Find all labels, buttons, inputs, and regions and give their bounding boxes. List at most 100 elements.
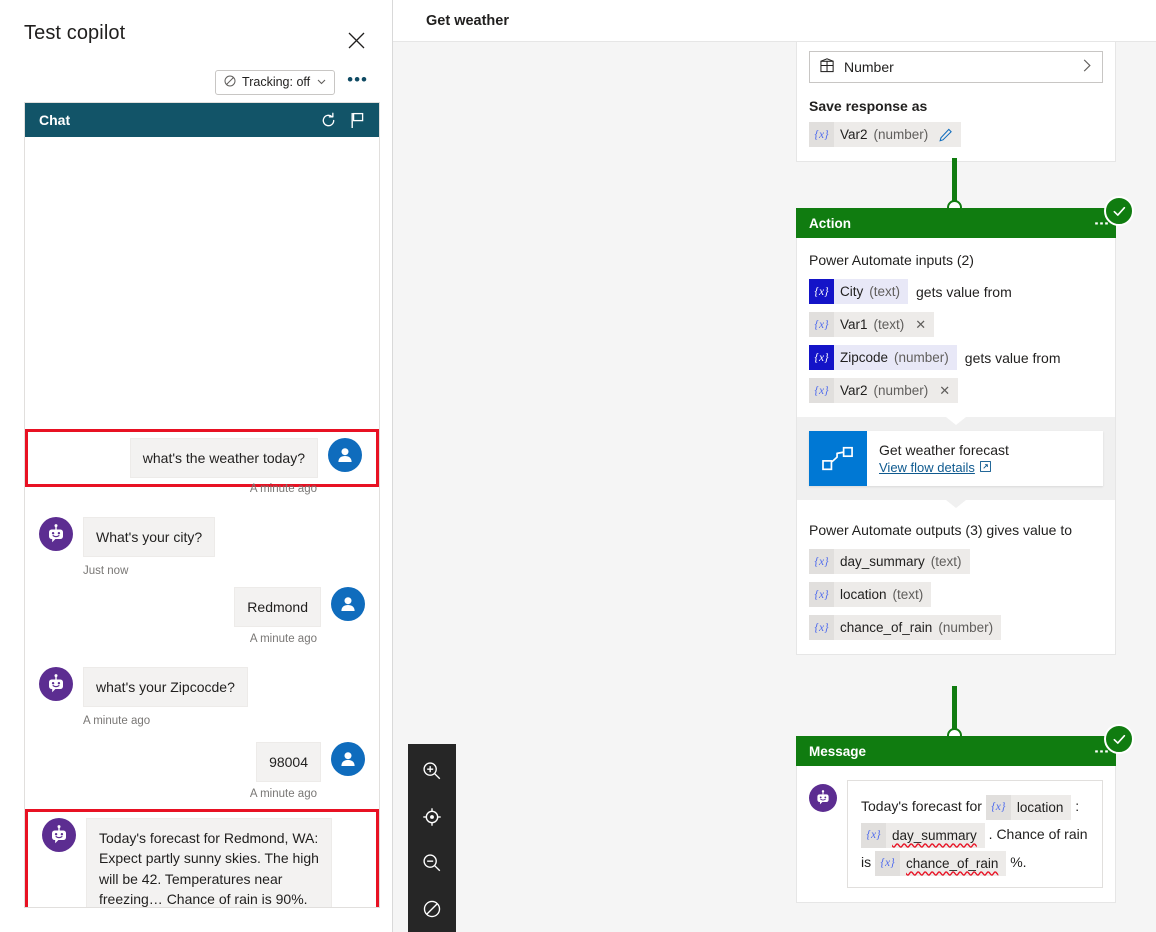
variable-glyph-icon: {x} [861,822,886,848]
message-timestamp: A minute ago [249,788,317,800]
action-node-title: Action [809,215,851,231]
message-var-token-day-summary[interactable]: {x} day_summary [861,822,985,848]
message-var-name: chance_of_rain [906,855,999,871]
bot-avatar [39,517,73,551]
message-bubble: 98004 [256,742,321,783]
input-param-token-zipcode[interactable]: {x} Zipcode (number) [809,345,957,370]
message-timestamp: Just now [83,565,129,577]
variable-glyph-icon: {x} [809,279,834,304]
message-var-token-chance-of-rain[interactable]: {x} chance_of_rain [875,850,1007,876]
message-var-token-location[interactable]: {x} location [985,794,1072,820]
chat-message-list[interactable]: what's the weather today? A minute ago Wha… [25,137,379,907]
power-automate-flow-card[interactable]: Get weather forecast View flow details [809,431,1103,486]
message-node[interactable]: Message ⋮ Today's forecast for {x} locat… [796,724,1134,903]
app-root: Test copilot Tracking: off ••• Chat what… [0,0,1156,932]
input-param-type: (text) [869,284,901,299]
panel-more-button[interactable]: ••• [345,71,370,93]
user-avatar [328,438,362,472]
input-source-token-var1[interactable]: {x} Var1 (text) ✕ [809,312,935,337]
message-line1-suffix: : [1075,798,1080,814]
entity-type-field[interactable]: Number [809,51,1103,83]
reset-view-icon[interactable] [419,896,445,922]
question-node[interactable]: Number Save response as {x} Var2 (number… [796,42,1116,162]
action-node[interactable]: Action ⋮ Power Automate inputs (2) {x} C… [796,196,1134,655]
input-param-type: (number) [894,350,949,365]
panel-titlebar: Test copilot [0,0,392,62]
variable-glyph-icon: {x} [809,615,834,640]
more-vertical-icon[interactable]: ⋮ [1093,744,1110,759]
variable-glyph-icon: {x} [875,850,901,876]
output-type: (text) [892,587,924,602]
action-input-source-row: {x} Var1 (text) ✕ [809,312,1103,337]
variable-glyph-icon: {x} [809,345,834,370]
flow-canvas-panel: Get weather Number Save response as {x} … [393,0,1156,932]
remove-icon[interactable]: ✕ [915,317,926,333]
chat-message-wrapper: Redmond [25,587,379,628]
action-output-row: {x} location (text) [809,582,1103,607]
chat-header-title: Chat [39,112,71,128]
action-outputs-section: Power Automate outputs (3) gives value t… [797,500,1115,654]
zoom-in-icon[interactable] [419,758,445,784]
zoom-out-icon[interactable] [419,850,445,876]
page-title: Test copilot [24,22,126,44]
chat-message-wrapper: 98004 [25,742,379,783]
message-node-row: Today's forecast for {x} location : {x} … [809,780,1103,888]
variable-glyph-icon: {x} [985,794,1011,820]
chat-message-row: Today's forecast for Redmond, WA: Expect… [28,818,376,907]
user-avatar [331,587,365,621]
output-token-day-summary[interactable]: {x} day_summary (text) [809,549,970,574]
gets-value-from-label: gets value from [964,349,1061,366]
message-var-name: day_summary [892,827,977,843]
tracking-dropdown[interactable]: Tracking: off [215,69,336,95]
input-source-name: Var2 [840,383,868,398]
variable-type: (number) [873,127,929,142]
fit-to-view-icon[interactable] [419,804,445,830]
user-avatar [331,742,365,776]
close-icon[interactable] [342,26,370,54]
output-token-location[interactable]: {x} location (text) [809,582,932,607]
bot-avatar-icon [809,784,837,812]
more-vertical-icon[interactable]: ⋮ [1093,216,1110,231]
message-node-header: Message ⋮ [796,724,1134,766]
test-copilot-panel: Test copilot Tracking: off ••• Chat what… [0,0,393,932]
chat-message-row: Redmond [25,587,379,628]
bot-avatar [42,818,76,852]
external-link-icon [979,460,991,475]
canvas-title: Get weather [426,12,509,29]
canvas-titlebar: Get weather [393,0,1156,42]
chat-message-wrapper: What's your city? [25,517,379,558]
chevron-down-icon [317,77,326,87]
tracking-off-icon [224,75,236,89]
save-response-label: Save response as [809,98,928,114]
refresh-icon[interactable] [320,112,337,129]
input-param-name: City [840,284,864,299]
output-token-chance-of-rain[interactable]: {x} chance_of_rain (number) [809,615,1002,640]
question-node-body: Number Save response as {x} Var2 (number… [797,42,1115,161]
canvas-zoom-toolbar [408,744,456,932]
input-source-token-var2[interactable]: {x} Var2 (number) ✕ [809,378,959,403]
input-param-token-city[interactable]: {x} City (text) [809,279,909,304]
entity-grid-icon [820,58,835,76]
message-timestamp: A minute ago [249,633,317,645]
variable-token-var2[interactable]: {x} Var2 (number) [809,122,962,147]
check-circle-icon [1104,196,1134,226]
notch-top [946,417,966,425]
message-node-bubble[interactable]: Today's forecast for {x} location : {x} … [847,780,1103,888]
flag-icon[interactable] [351,112,367,129]
variable-name: Var2 [840,127,868,142]
chat-message-row: 98004 [25,742,379,783]
highlight-box: Today's forecast for Redmond, WA: Expect… [25,809,379,907]
action-node-card: Power Automate inputs (2) {x} City (text… [796,238,1116,655]
message-node-card: Today's forecast for {x} location : {x} … [796,766,1116,903]
notch-bottom [946,500,966,508]
chat-message-row: what's your Zipcocde? [25,667,379,708]
message-timestamp: A minute ago [83,715,151,727]
chat-header-actions [320,112,367,129]
remove-icon[interactable]: ✕ [939,383,950,399]
output-type: (number) [938,620,994,635]
view-flow-details-link[interactable]: View flow details [879,460,1009,475]
pencil-icon[interactable] [939,128,953,142]
action-inputs-section: Power Automate inputs (2) {x} City (text… [797,238,1115,417]
check-circle-icon [1104,724,1134,754]
canvas-area[interactable]: Number Save response as {x} Var2 (number… [393,42,1156,932]
